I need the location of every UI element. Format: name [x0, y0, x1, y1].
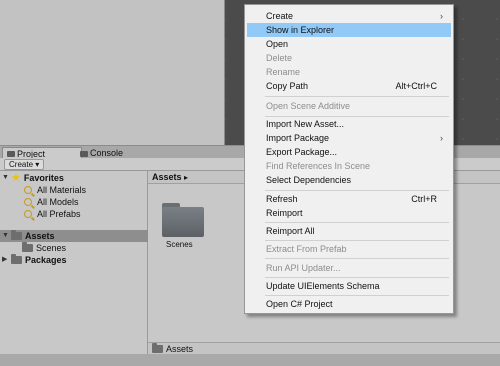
- menu-item-refresh[interactable]: Refresh Ctrl+R: [247, 192, 451, 206]
- asset-item-label: Scenes: [166, 240, 193, 249]
- search-icon: [24, 186, 32, 194]
- tree-item-packages[interactable]: ▶ Packages: [2, 254, 67, 266]
- menu-separator: [265, 190, 449, 191]
- breadcrumb-assets[interactable]: Assets: [152, 172, 182, 182]
- menu-separator: [265, 258, 449, 259]
- menu-separator: [265, 277, 449, 278]
- menu-item-reimport-all[interactable]: Reimport All: [247, 224, 451, 238]
- tree-item-label: All Models: [37, 197, 79, 207]
- tree-item-all-models[interactable]: All Models: [24, 196, 79, 208]
- menu-separator: [265, 222, 449, 223]
- shortcut-label: Alt+Ctrl+C: [395, 81, 437, 91]
- tree-item-scenes[interactable]: Scenes: [22, 242, 66, 254]
- menu-separator: [265, 240, 449, 241]
- folder-icon: [22, 242, 33, 252]
- packages-label: Packages: [25, 255, 67, 265]
- menu-item-import-package[interactable]: Import Package ›: [247, 131, 451, 145]
- tree-item-assets[interactable]: ▼ Assets: [0, 230, 149, 242]
- tree-item-label: All Prefabs: [37, 209, 81, 219]
- search-icon: [24, 198, 32, 206]
- tree-item-all-materials[interactable]: All Materials: [24, 184, 86, 196]
- submenu-arrow-icon: ›: [440, 133, 443, 143]
- shortcut-label: Ctrl+R: [411, 194, 437, 204]
- menu-item-run-api-updater: Run API Updater...: [266, 263, 341, 273]
- expand-arrow-icon[interactable]: ▼: [2, 230, 9, 242]
- menu-item-find-references-in-scene: Find References In Scene: [266, 161, 371, 171]
- folder-icon: [152, 343, 163, 353]
- menu-item-create[interactable]: Create ›: [247, 9, 451, 23]
- project-tree: ▼ ★ Favorites All Materials All Models A…: [0, 171, 149, 366]
- menu-item-show-in-explorer[interactable]: Show in Explorer: [247, 23, 451, 37]
- context-menu: Create › Show in Explorer Open Delete Re…: [244, 4, 454, 314]
- menu-item-reimport[interactable]: Reimport: [247, 206, 451, 220]
- menu-item-update-uielements-schema[interactable]: Update UIElements Schema: [247, 279, 451, 293]
- expand-arrow-icon[interactable]: ▼: [2, 172, 9, 184]
- star-icon: ★: [11, 171, 21, 184]
- status-bar: [0, 354, 500, 366]
- folder-icon: [11, 230, 22, 240]
- tree-item-all-prefabs[interactable]: All Prefabs: [24, 208, 81, 220]
- menu-separator: [265, 96, 449, 97]
- chevron-down-icon: ▾: [35, 160, 40, 169]
- menu-item-delete: Delete: [266, 53, 293, 63]
- favorites-label: Favorites: [23, 173, 64, 183]
- menu-item-copy-path[interactable]: Copy Path Alt+Ctrl+C: [247, 79, 451, 93]
- menu-item-export-package[interactable]: Export Package...: [247, 145, 451, 159]
- submenu-arrow-icon: ›: [440, 11, 443, 21]
- tree-item-favorites[interactable]: ▼ ★ Favorites: [2, 172, 64, 184]
- breadcrumb-arrow-icon: ▸: [184, 173, 189, 182]
- selected-path-label: Assets: [166, 344, 194, 354]
- console-icon: [80, 150, 88, 157]
- create-button[interactable]: Create ▾: [4, 159, 45, 170]
- menu-item-rename: Rename: [266, 67, 301, 77]
- create-button-label: Create: [9, 160, 34, 169]
- assets-label: Assets: [25, 231, 55, 241]
- menu-item-extract-from-prefab: Extract From Prefab: [266, 244, 347, 254]
- tree-item-label: Scenes: [36, 243, 67, 253]
- menu-item-select-dependencies[interactable]: Select Dependencies: [247, 173, 451, 187]
- search-icon: [24, 210, 32, 218]
- hierarchy-panel-area: [0, 0, 224, 145]
- menu-item-open-scene-additive: Open Scene Additive: [266, 101, 351, 111]
- menu-item-import-new-asset[interactable]: Import New Asset...: [247, 117, 451, 131]
- project-icon: [7, 151, 15, 157]
- collapse-arrow-icon[interactable]: ▶: [2, 254, 8, 266]
- folder-icon: [11, 254, 22, 264]
- tree-item-label: All Materials: [37, 185, 87, 195]
- menu-separator: [265, 295, 449, 296]
- menu-item-open[interactable]: Open: [247, 37, 451, 51]
- folder-icon[interactable]: [162, 203, 204, 237]
- menu-item-open-csharp-project[interactable]: Open C# Project: [247, 297, 451, 311]
